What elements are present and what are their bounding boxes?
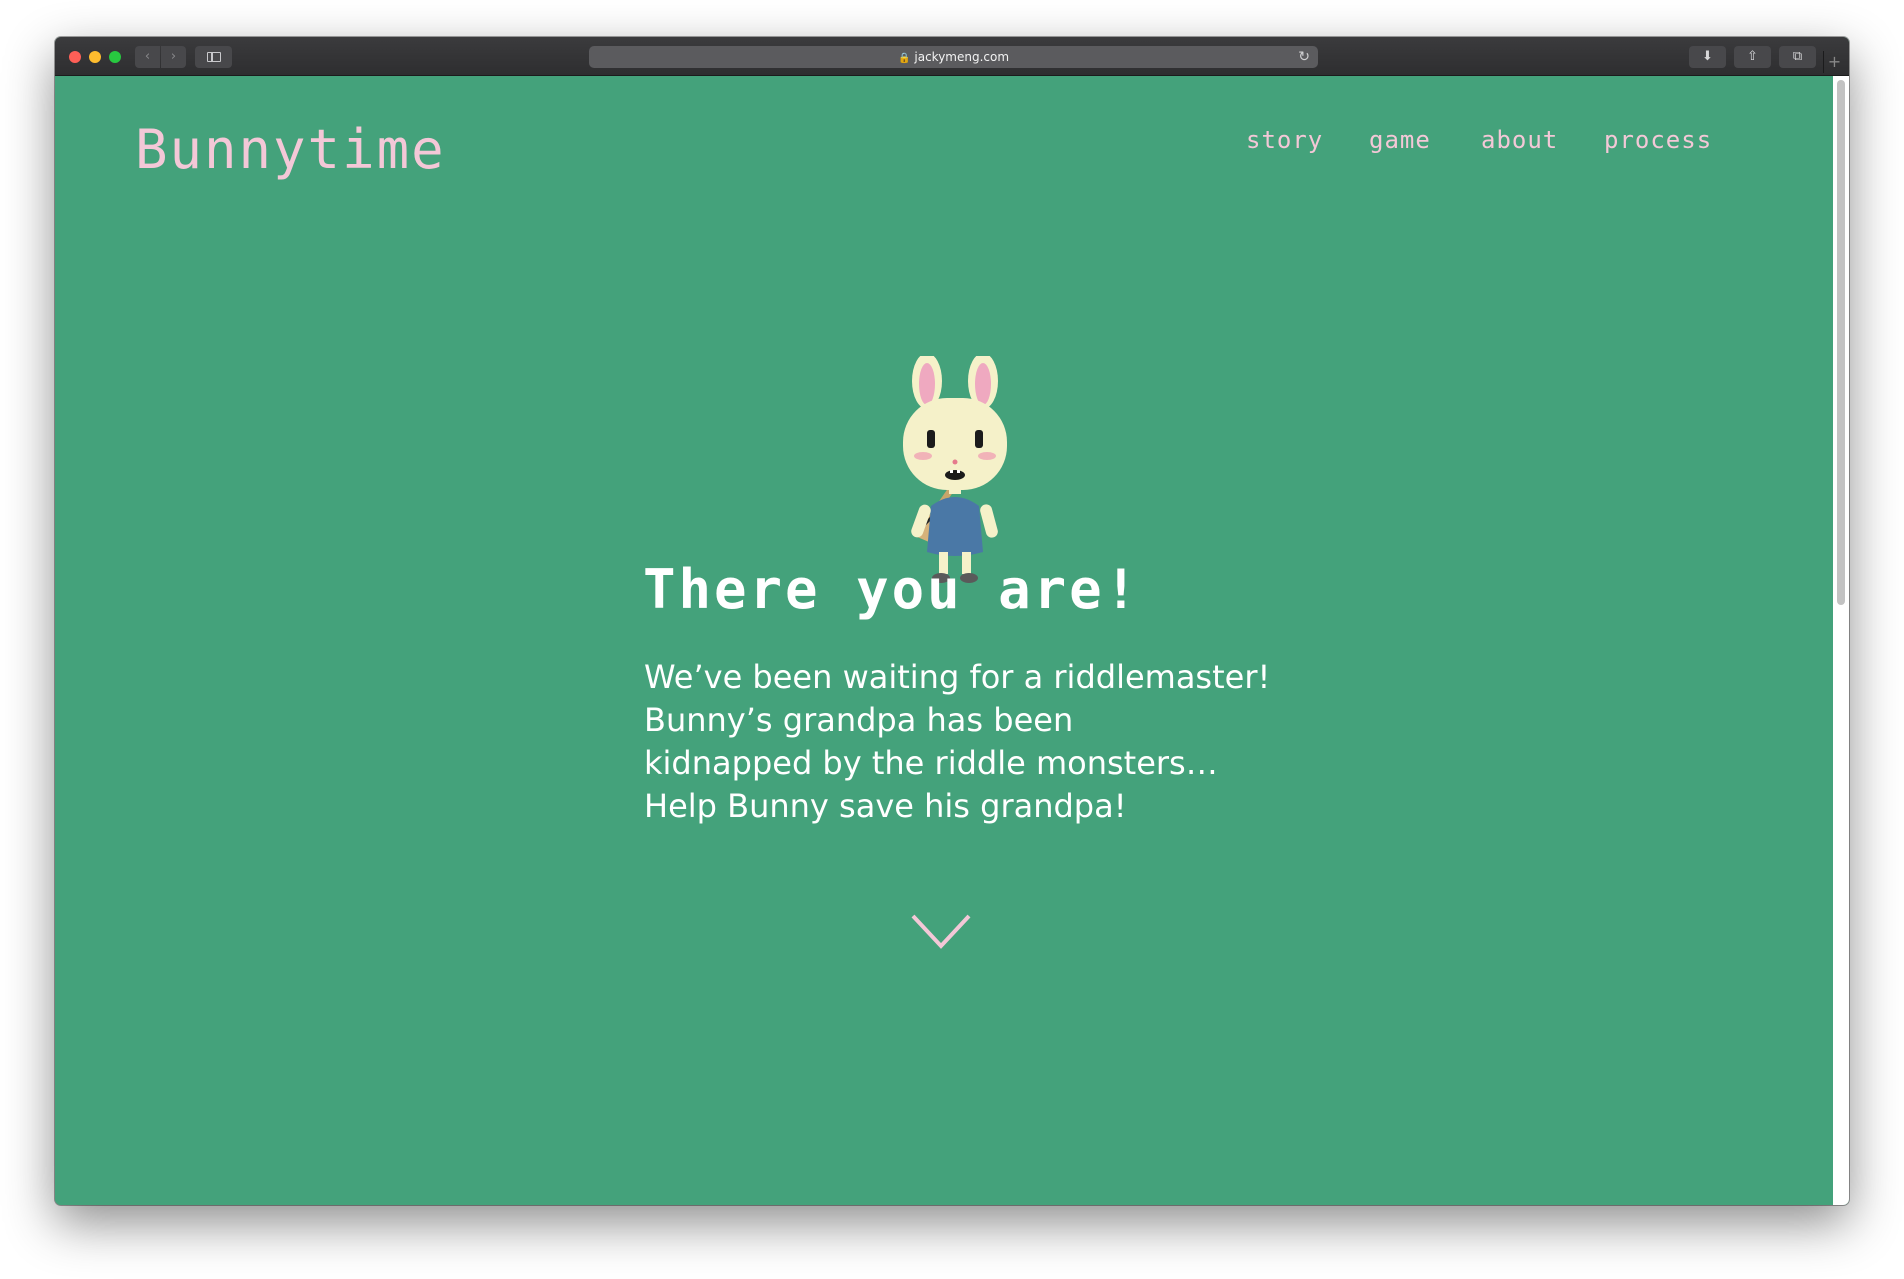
share-icon: ⇧	[1747, 49, 1758, 64]
address-text: jackymeng.com	[914, 50, 1010, 64]
page-content: Bunnytime story game about process There…	[55, 76, 1849, 1205]
reload-icon[interactable]: ↻	[1298, 46, 1310, 68]
page-scrollbar[interactable]	[1833, 76, 1849, 1205]
zoom-window-button[interactable]	[109, 51, 121, 63]
hero-copy-line: We’ve been waiting for a riddlemaster!	[644, 658, 1271, 696]
hero-copy-line: kidnapped by the riddle monsters…	[644, 744, 1218, 782]
tab-overview-button[interactable]: ⧉	[1779, 46, 1816, 68]
scrollbar-thumb[interactable]	[1837, 80, 1845, 605]
sidebar-icon	[207, 52, 221, 62]
lock-icon: 🔒	[897, 53, 911, 64]
share-button[interactable]: ⇧	[1734, 46, 1771, 68]
site-logo[interactable]: Bunnytime	[135, 118, 446, 181]
nav-link-game[interactable]: game	[1369, 126, 1431, 154]
download-icon: ⬇	[1702, 49, 1713, 64]
forward-button[interactable]: ›	[161, 46, 186, 68]
address-bar[interactable]: 🔒 jackymeng.com ↻	[589, 46, 1318, 68]
downloads-button[interactable]: ⬇	[1689, 46, 1726, 68]
hero-copy-line: Help Bunny save his grandpa!	[644, 787, 1127, 825]
sidebar-toggle-button[interactable]	[195, 46, 232, 68]
chevron-down-icon[interactable]	[910, 912, 972, 952]
browser-window: ‹ › 🔒 jackymeng.com ↻ ⬇ ⇧ ⧉ + Bunnytime s…	[55, 37, 1849, 1205]
back-button[interactable]: ‹	[135, 46, 160, 68]
nav-link-story[interactable]: story	[1246, 126, 1323, 154]
nav-link-process[interactable]: process	[1604, 126, 1712, 154]
new-tab-button[interactable]: +	[1823, 51, 1845, 73]
hero-copy-line: Bunny’s grandpa has been	[644, 701, 1074, 739]
browser-toolbar: ‹ › 🔒 jackymeng.com ↻ ⬇ ⇧ ⧉ +	[55, 37, 1849, 76]
minimize-window-button[interactable]	[89, 51, 101, 63]
hero-copy: We’ve been waiting for a riddlemaster! B…	[644, 656, 1284, 828]
close-window-button[interactable]	[69, 51, 81, 63]
nav-link-about[interactable]: about	[1481, 126, 1558, 154]
hero-headline: There you are!	[643, 558, 1141, 621]
tabs-icon: ⧉	[1792, 49, 1803, 64]
